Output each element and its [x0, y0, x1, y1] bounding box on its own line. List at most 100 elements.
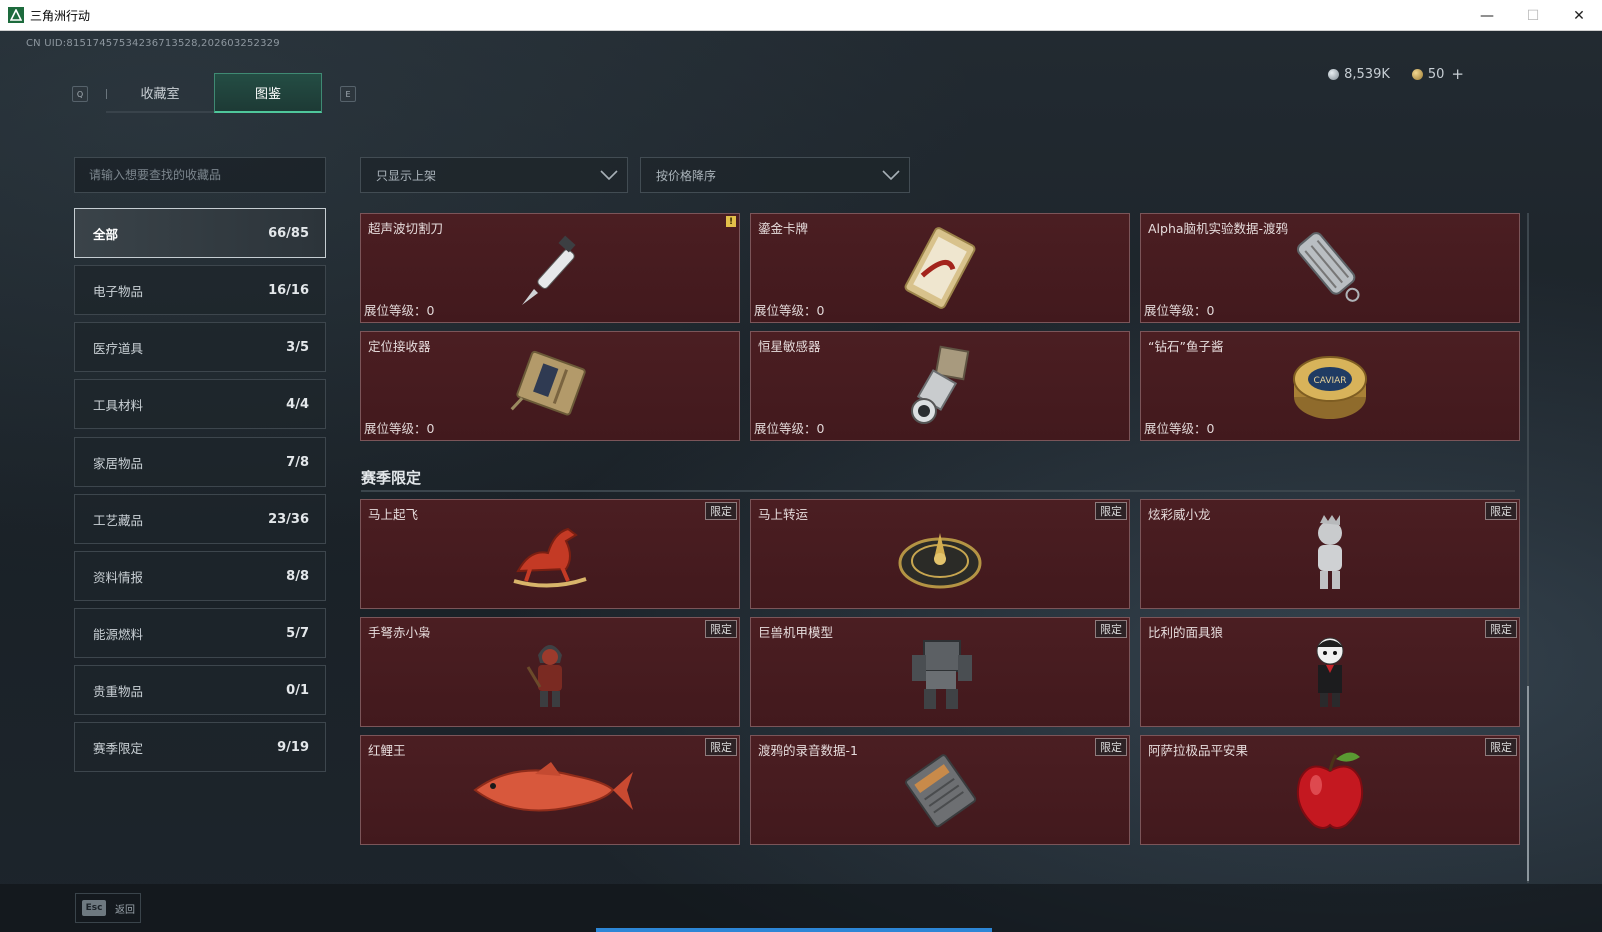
caviar-tin-icon: CAVIAR	[1293, 356, 1367, 419]
item-card[interactable]: 超声波切割刀 ! 展位等级：0	[360, 213, 740, 323]
category-tools[interactable]: 工具材料 4/4	[74, 379, 326, 429]
recorder-icon	[905, 754, 977, 828]
top-tabs: 收藏室 图鉴	[106, 73, 322, 113]
limited-item-card[interactable]: 渡鸦的录音数据-1 限定	[750, 735, 1130, 845]
item-name: “钻石”鱼子酱	[1148, 339, 1224, 354]
item-name: 马上转运	[758, 507, 809, 522]
display-filter-value: 只显示上架	[376, 168, 437, 183]
limited-badge: 限定	[705, 738, 737, 756]
item-level: 展位等级：0	[364, 303, 435, 318]
category-crafts[interactable]: 工艺藏品 23/36	[74, 494, 326, 544]
category-label: 工具材料	[93, 397, 144, 413]
item-name: 鎏金卡牌	[758, 221, 809, 236]
sort-dropdown[interactable]: 按价格降序	[640, 157, 910, 193]
item-card[interactable]: Alpha脑机实验数据-渡鸦 展位等级：0	[1140, 213, 1520, 323]
category-count: 5/7	[286, 625, 309, 641]
limited-item-card[interactable]: 红鲤王 限定	[360, 735, 740, 845]
prev-tab-key-hint[interactable]: Q	[72, 86, 88, 102]
uid-label: CN UID:815174575342367135​28,20260325232…	[26, 38, 280, 49]
apple-icon	[1296, 752, 1364, 829]
category-label: 医疗道具	[93, 340, 144, 356]
limited-item-card[interactable]: 马上起飞 限定	[360, 499, 740, 609]
mech-icon	[912, 640, 972, 709]
silver-coin-icon	[1328, 68, 1340, 80]
limited-badge: 限定	[1485, 620, 1517, 638]
limited-item-card[interactable]: 巨兽机甲模型 限定	[750, 617, 1130, 727]
next-tab-key-hint[interactable]: E	[340, 86, 356, 102]
silver-amount: 8,539K	[1344, 66, 1390, 82]
scrollbar-thumb[interactable]	[1527, 686, 1529, 881]
category-label: 赛季限定	[93, 740, 144, 756]
dragon-figure-icon	[1318, 515, 1342, 589]
limited-badge: 限定	[1485, 502, 1517, 520]
limited-badge: 限定	[1095, 502, 1127, 520]
category-valuables[interactable]: 贵重物品 0/1	[74, 665, 326, 715]
item-card[interactable]: 鎏金卡牌 展位等级：0	[750, 213, 1130, 323]
minimize-button[interactable]: —	[1464, 0, 1510, 31]
category-electronics[interactable]: 电子物品 16/16	[74, 265, 326, 315]
category-count: 66/85	[268, 225, 309, 241]
tab-collection-room[interactable]: 收藏室	[106, 73, 214, 113]
category-label: 家居物品	[93, 455, 144, 471]
knife-icon	[522, 235, 576, 305]
limited-item-card[interactable]: 手弩赤小枭 限定	[360, 617, 740, 727]
category-medical[interactable]: 医疗道具 3/5	[74, 322, 326, 372]
app-logo-icon	[8, 7, 24, 23]
category-label: 电子物品	[93, 283, 144, 299]
category-intel[interactable]: 资料情报 8/8	[74, 551, 326, 601]
silver-currency: 8,539K	[1328, 67, 1390, 82]
item-card[interactable]: 恒星敏感器 展位等级：0	[750, 331, 1130, 441]
bottom-bar	[0, 884, 1602, 932]
category-count: 9/19	[277, 739, 309, 755]
display-filter-dropdown[interactable]: 只显示上架	[360, 157, 628, 193]
section-divider	[361, 490, 1515, 492]
item-name: 阿萨拉极品平安果	[1148, 743, 1249, 758]
maximize-button[interactable]: ☐	[1510, 0, 1556, 31]
category-label: 贵重物品	[93, 683, 144, 699]
item-name: 巨兽机甲模型	[758, 625, 834, 640]
item-name: 超声波切割刀	[368, 221, 444, 236]
item-name: 手弩赤小枭	[368, 625, 431, 640]
limited-item-card[interactable]: 比利的面具狼 限定	[1140, 617, 1520, 727]
item-card[interactable]: 定位接收器 展位等级：0	[360, 331, 740, 441]
window-titlebar: 三角洲行动 — ☐ ✕	[0, 0, 1602, 31]
item-level: 展位等级：0	[1144, 303, 1215, 318]
category-label: 资料情报	[93, 569, 144, 585]
category-energy[interactable]: 能源燃料 5/7	[74, 608, 326, 658]
card-icon	[904, 227, 976, 309]
collection-search-input[interactable]	[74, 157, 326, 193]
category-household[interactable]: 家居物品 7/8	[74, 437, 326, 487]
category-season-limited[interactable]: 赛季限定 9/19	[74, 722, 326, 772]
crossbow-figure-icon	[526, 645, 562, 707]
limited-item-card[interactable]: 炫彩威小龙 限定	[1140, 499, 1520, 609]
category-label: 全部	[93, 226, 119, 242]
category-all[interactable]: 全部 66/85	[74, 208, 326, 258]
item-level: 展位等级：0	[754, 421, 825, 436]
add-currency-button[interactable]: +	[1451, 65, 1464, 83]
data-capsule-icon	[1296, 232, 1360, 302]
esc-key-hint[interactable]: Esc	[82, 900, 106, 916]
compass-icon	[898, 533, 982, 589]
warning-icon: !	[726, 216, 736, 227]
item-name: Alpha脑机实验数据-渡鸦	[1148, 221, 1289, 236]
item-level: 展位等级：0	[1144, 421, 1215, 436]
gold-currency: 50 +	[1411, 65, 1464, 83]
limited-item-card[interactable]: 马上转运 限定	[750, 499, 1130, 609]
category-count: 8/8	[286, 568, 309, 584]
item-name: 红鲤王	[368, 743, 406, 758]
limited-item-card[interactable]: 阿萨拉极品平安果 限定	[1140, 735, 1520, 845]
chevron-down-icon	[600, 170, 618, 181]
category-count: 0/1	[286, 682, 309, 698]
item-card[interactable]: “钻石”鱼子酱 CAVIAR 展位等级：0	[1140, 331, 1520, 441]
tab-catalog[interactable]: 图鉴	[214, 73, 322, 113]
section-title-season-limited: 赛季限定	[361, 469, 422, 487]
svg-text:CAVIAR: CAVIAR	[1313, 376, 1346, 386]
close-button[interactable]: ✕	[1556, 0, 1602, 31]
category-count: 7/8	[286, 454, 309, 470]
chevron-down-icon	[882, 170, 900, 181]
sort-value: 按价格降序	[656, 168, 717, 183]
item-name: 炫彩威小龙	[1148, 507, 1211, 522]
limited-badge: 限定	[1095, 738, 1127, 756]
receiver-icon	[510, 350, 586, 416]
back-label: 返回	[115, 905, 135, 916]
